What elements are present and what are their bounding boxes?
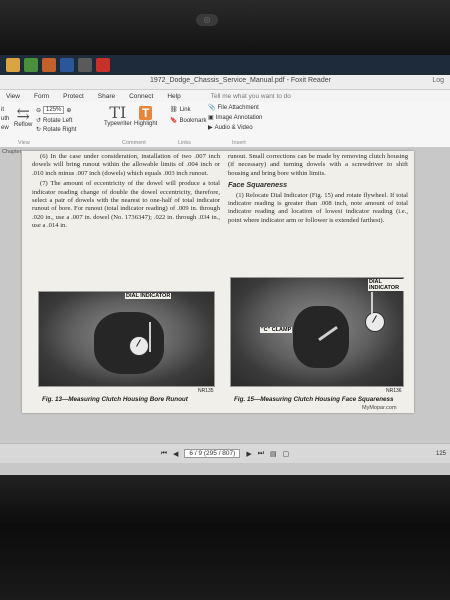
rotate-left-icon: ↺ xyxy=(36,118,42,124)
ribbon-side-labels: it uth ew xyxy=(1,106,9,133)
page-navigation-bar: ⏮ ◀ 6 / 9 (295 / 807) ▶ ⏭ ▤ ▢ 125 xyxy=(0,443,450,463)
next-page-icon[interactable]: ▶ xyxy=(246,450,251,458)
highlight-label: Highlight xyxy=(134,121,158,127)
menu-protect[interactable]: Protect xyxy=(63,93,84,100)
dial-indicator-gauge xyxy=(129,336,149,356)
rotate-right-button[interactable]: ↻ Rotate Right xyxy=(36,126,77,134)
bookmark-button[interactable]: 🔖 Bookmark xyxy=(170,117,207,125)
section-heading: Face Squareness xyxy=(228,180,288,190)
document-area: Chapter (6) In the case under considerat… xyxy=(0,147,450,475)
comment-group-label: Comment xyxy=(122,140,146,146)
paperclip-icon: 📎 xyxy=(208,105,216,111)
menu-form[interactable]: Form xyxy=(34,93,49,100)
tell-me-search[interactable]: Tell me what you want to do xyxy=(211,93,291,100)
fig13-photo xyxy=(38,291,215,387)
menu-view[interactable]: View xyxy=(6,93,20,100)
fig15-code: NR136 xyxy=(386,388,402,394)
side-label: uth xyxy=(1,116,10,122)
fig13-code: NR135 xyxy=(198,388,214,394)
menu-connect[interactable]: Connect xyxy=(129,93,153,100)
screen: 1972_Dodge_Chassis_Service_Manual.pdf - … xyxy=(0,55,450,475)
chrome-icon[interactable] xyxy=(24,58,38,72)
fig15-clamp-label: "C" CLAMP xyxy=(260,327,293,333)
paragraph-6: (6) In the case under consideration, ins… xyxy=(32,153,220,177)
ribbon: it uth ew ⇆ Reflow ⊖ 125% ⊕ ↺ Rotate Lef… xyxy=(0,102,450,149)
typewriter-icon: TI xyxy=(109,103,127,122)
link-icon: ⛓ xyxy=(170,107,178,113)
highlight-button[interactable]: T Highlight xyxy=(134,105,157,127)
reflow-icon: ⇆ xyxy=(16,104,30,123)
zoom-control[interactable]: ⊖ 125% ⊕ xyxy=(36,106,71,114)
audio-video-button[interactable]: ▶ Audio & Video xyxy=(208,124,253,132)
file-attachment-button[interactable]: 📎 File Attachment xyxy=(208,104,259,112)
fig15-dial-label: DIAL INDICATOR xyxy=(368,279,414,291)
reflow-label: Reflow xyxy=(14,122,33,128)
paragraph-7: (7) The amount of eccentricity of the do… xyxy=(32,180,220,230)
image-annotation-label: Image Annotation xyxy=(215,114,263,121)
first-page-icon[interactable]: ⏮ xyxy=(161,450,167,458)
typewriter-button[interactable]: TI Typewriter xyxy=(104,103,132,128)
pdf-page: (6) In the case under consideration, ins… xyxy=(22,151,414,413)
links-group-label: Links xyxy=(178,140,191,146)
settings-icon[interactable] xyxy=(78,58,92,72)
zoom-input[interactable]: 125% xyxy=(43,106,65,114)
login-link[interactable]: Log xyxy=(432,77,444,84)
zoom-in-icon[interactable]: ⊕ xyxy=(66,107,71,114)
zoom-readout: 125 xyxy=(435,450,446,457)
right-column: runout. Small corrections can be made by… xyxy=(228,153,408,227)
side-label: ew xyxy=(1,125,9,131)
rotate-right-label: Rotate Right xyxy=(43,126,77,133)
file-explorer-icon[interactable] xyxy=(6,58,20,72)
taskbar xyxy=(0,55,450,75)
highlight-icon: T xyxy=(139,106,153,120)
page-layout-icon[interactable]: ▤ xyxy=(270,450,277,458)
window-title: 1972_Dodge_Chassis_Service_Manual.pdf - … xyxy=(150,77,331,84)
typewriter-label: Typewriter xyxy=(104,121,132,127)
monitor-bezel-top: ◎ xyxy=(0,0,450,55)
title-bar: 1972_Dodge_Chassis_Service_Manual.pdf - … xyxy=(0,75,450,90)
menu-bar: View Form Protect Share Connect Help Tel… xyxy=(0,90,450,102)
insert-group-label: Insert xyxy=(232,140,246,146)
link-label: Link xyxy=(179,106,191,113)
image-icon: ▣ xyxy=(208,115,214,121)
fig13-dial-label: DIAL INDICATOR xyxy=(125,293,172,299)
indicator-rod xyxy=(371,292,373,314)
fig15-photo xyxy=(230,277,404,387)
dial-indicator-gauge xyxy=(365,312,385,332)
bookmark-icon: 🔖 xyxy=(170,118,178,124)
link-button[interactable]: ⛓ Link xyxy=(170,106,191,114)
indicator-rod xyxy=(149,322,151,352)
left-column: (6) In the case under consideration, ins… xyxy=(32,153,220,233)
fig13-caption: Fig. 13—Measuring Clutch Housing Bore Ru… xyxy=(42,396,188,403)
chapter-tab[interactable]: Chapter xyxy=(2,149,22,155)
menu-share[interactable]: Share xyxy=(98,93,115,100)
firefox-icon[interactable] xyxy=(42,58,56,72)
watermark-text: MyMopar.com xyxy=(362,405,397,411)
fit-page-icon[interactable]: ▢ xyxy=(283,450,290,458)
last-page-icon[interactable]: ⏭ xyxy=(258,450,264,458)
bookmark-label: Bookmark xyxy=(179,117,207,124)
zoom-out-icon[interactable]: ⊖ xyxy=(36,107,41,114)
paragraph-1: (1) Relocate Dial Indicator (Fig. 15) an… xyxy=(228,191,408,224)
rotate-left-button[interactable]: ↺ Rotate Left xyxy=(36,117,73,125)
page-number-input[interactable]: 6 / 9 (295 / 807) xyxy=(184,449,241,458)
foxit-icon[interactable] xyxy=(96,58,110,72)
word-icon[interactable] xyxy=(60,58,74,72)
monitor-logo: ◎ xyxy=(196,14,218,26)
prev-page-icon[interactable]: ◀ xyxy=(173,450,178,458)
fig15-caption: Fig. 15—Measuring Clutch Housing Face Sq… xyxy=(234,396,394,403)
reflow-button[interactable]: ⇆ Reflow xyxy=(14,104,33,129)
rotate-right-icon: ↻ xyxy=(36,127,42,133)
menu-help[interactable]: Help xyxy=(167,93,180,100)
side-label: it xyxy=(1,107,4,113)
monitor-bezel-bottom xyxy=(0,475,450,600)
audio-video-label: Audio & Video xyxy=(214,124,253,131)
paragraph-runout: runout. Small corrections can be made by… xyxy=(228,153,408,177)
view-group-label: View xyxy=(18,140,30,146)
image-annotation-button[interactable]: ▣ Image Annotation xyxy=(208,114,263,122)
film-icon: ▶ xyxy=(208,125,213,131)
rotate-left-label: Rotate Left xyxy=(43,117,73,124)
file-attachment-label: File Attachment xyxy=(217,104,259,111)
